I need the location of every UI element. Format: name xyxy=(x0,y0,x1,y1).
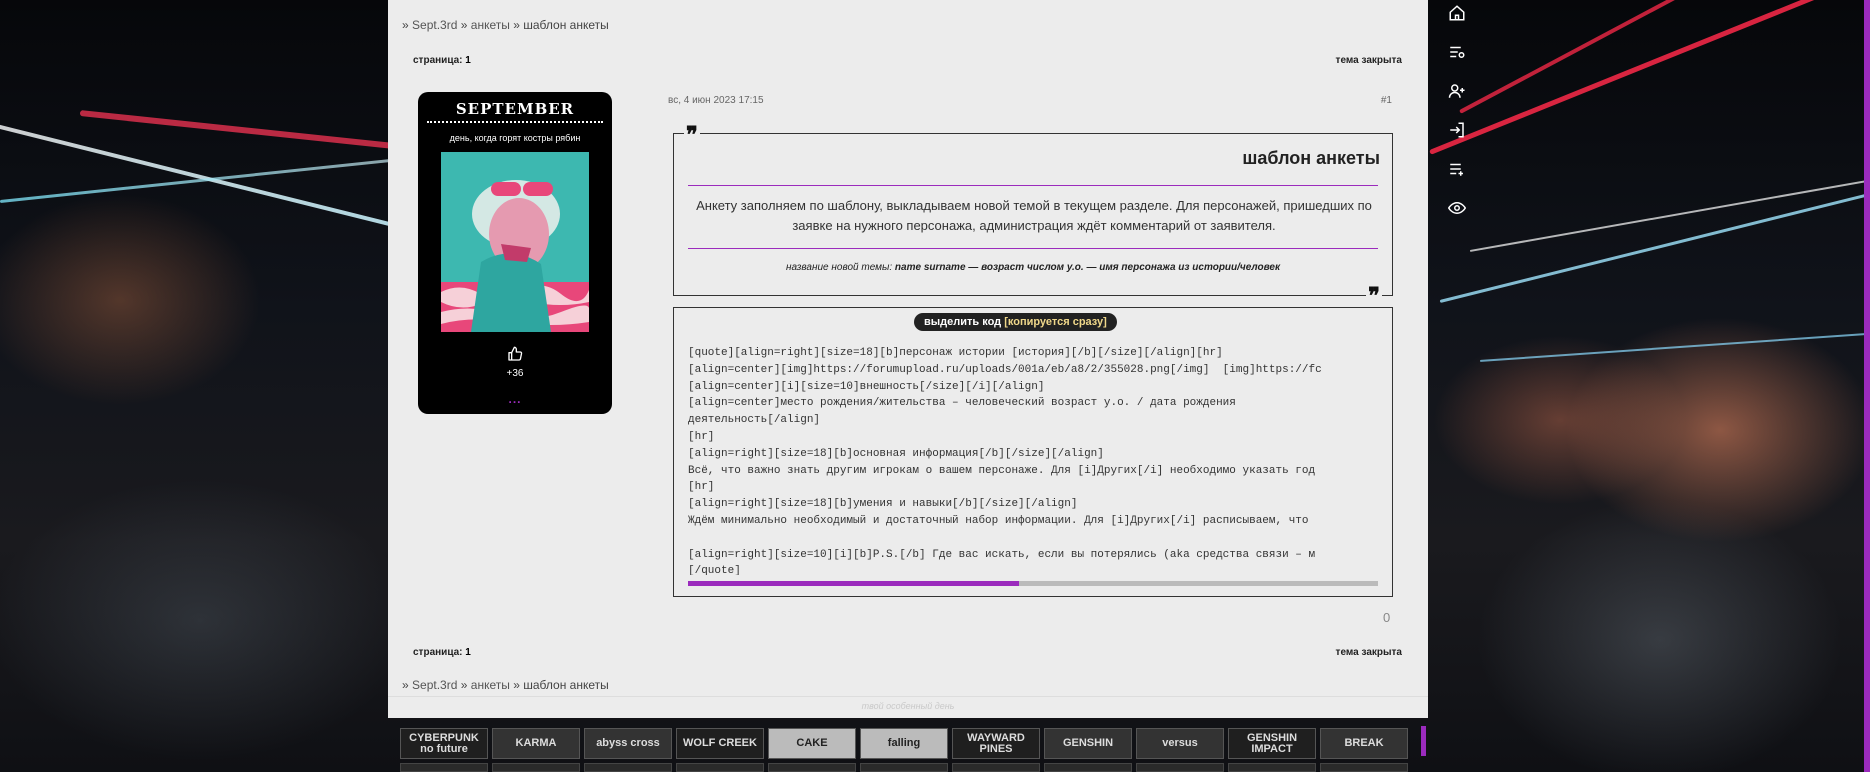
partner-banner[interactable]: versus xyxy=(1136,728,1224,759)
eye-icon[interactable] xyxy=(1447,199,1468,219)
partner-banner[interactable]: CYBERPUNK no future xyxy=(400,728,488,759)
divider xyxy=(388,696,1428,697)
scrollbar-thumb[interactable] xyxy=(688,581,1020,586)
post-rating: 0 xyxy=(1383,610,1391,625)
code-scrollbar[interactable] xyxy=(688,581,1378,586)
footer-note: твой особенный день xyxy=(861,701,955,711)
partner-banner[interactable]: KARMA xyxy=(492,728,580,759)
list-settings-icon[interactable] xyxy=(1448,43,1468,63)
breadcrumb-link-section[interactable]: анкеты xyxy=(471,18,510,32)
author-card: SEPTEMBER день, когда горят костры рябин… xyxy=(418,92,612,414)
page-link[interactable]: 1 xyxy=(465,647,471,658)
partner-banner[interactable]: WOLF CREEK xyxy=(676,728,764,759)
avatar xyxy=(441,152,589,332)
breadcrumb-current: шаблон анкеты xyxy=(523,678,609,692)
quote-open-icon: ❞ xyxy=(684,122,700,148)
like-button[interactable] xyxy=(418,346,612,367)
add-list-icon[interactable] xyxy=(1448,160,1468,180)
topic-status-bottom: тема закрыта xyxy=(1335,647,1402,658)
code-block: выделить код [копируется сразу] [quote][… xyxy=(673,307,1393,597)
author-subtitle: день, когда горят костры рябин xyxy=(449,133,581,143)
divider xyxy=(688,248,1378,249)
divider xyxy=(688,185,1378,186)
breadcrumb-link-forum[interactable]: Sept.3rd xyxy=(412,678,457,692)
quote-close-icon: ❞ xyxy=(1366,283,1382,309)
pagination-bottom: страница: 1 xyxy=(413,647,471,658)
breadcrumb: » Sept.3rd » анкеты » шаблон анкеты xyxy=(402,18,609,32)
topic-status: тема закрыта xyxy=(1335,55,1402,66)
topic-name-hint: название новой темы: name surname — возр… xyxy=(785,262,1281,273)
login-icon[interactable] xyxy=(1448,121,1468,141)
code-text[interactable]: [quote][align=right][size=18][b]персонаж… xyxy=(688,345,1378,575)
breadcrumb-link-forum[interactable]: Sept.3rd xyxy=(412,18,457,32)
post-number[interactable]: #1 xyxy=(1381,95,1392,106)
partner-banners-row2 xyxy=(400,763,1414,772)
page-link[interactable]: 1 xyxy=(465,55,471,66)
banner-scroll-indicator[interactable] xyxy=(1421,726,1426,756)
post-text: Анкету заполняем по шаблону, выкладываем… xyxy=(696,198,1372,233)
scroll-rail[interactable] xyxy=(1864,0,1870,772)
divider xyxy=(427,121,603,123)
post-title: шаблон анкеты xyxy=(1242,148,1380,168)
add-user-icon[interactable] xyxy=(1448,82,1468,102)
partner-banner[interactable]: WAYWARD PINES xyxy=(952,728,1040,759)
partner-banner[interactable]: GENSHIN IMPACT xyxy=(1228,728,1316,759)
forum-panel: » Sept.3rd » анкеты » шаблон анкеты стра… xyxy=(388,0,1428,718)
thumbs-up-icon[interactable] xyxy=(507,346,523,362)
pagination: страница: 1 xyxy=(413,55,471,66)
select-code-button[interactable]: выделить код [копируется сразу] xyxy=(914,313,1117,331)
more-dots[interactable]: ... xyxy=(418,392,612,406)
breadcrumb-current: шаблон анкеты xyxy=(523,18,609,32)
partner-banner[interactable]: falling xyxy=(860,728,948,759)
partner-banner[interactable]: GENSHIN xyxy=(1044,728,1132,759)
breadcrumb-link-section[interactable]: анкеты xyxy=(471,678,510,692)
quote-block: ❞ ❞ шаблон анкеты Анкету заполняем по ша… xyxy=(673,124,1393,307)
likes-count: +36 xyxy=(506,368,524,379)
partner-banner[interactable]: BREAK xyxy=(1320,728,1408,759)
breadcrumb-bottom: » Sept.3rd » анкеты » шаблон анкеты xyxy=(402,678,609,692)
post-date[interactable]: вс, 4 июн 2023 17:15 xyxy=(668,95,764,106)
partner-banner[interactable]: abyss cross xyxy=(584,728,672,759)
partner-banner[interactable]: CAKE xyxy=(768,728,856,759)
author-name[interactable]: SEPTEMBER xyxy=(418,100,612,118)
home-icon[interactable] xyxy=(1448,4,1468,24)
